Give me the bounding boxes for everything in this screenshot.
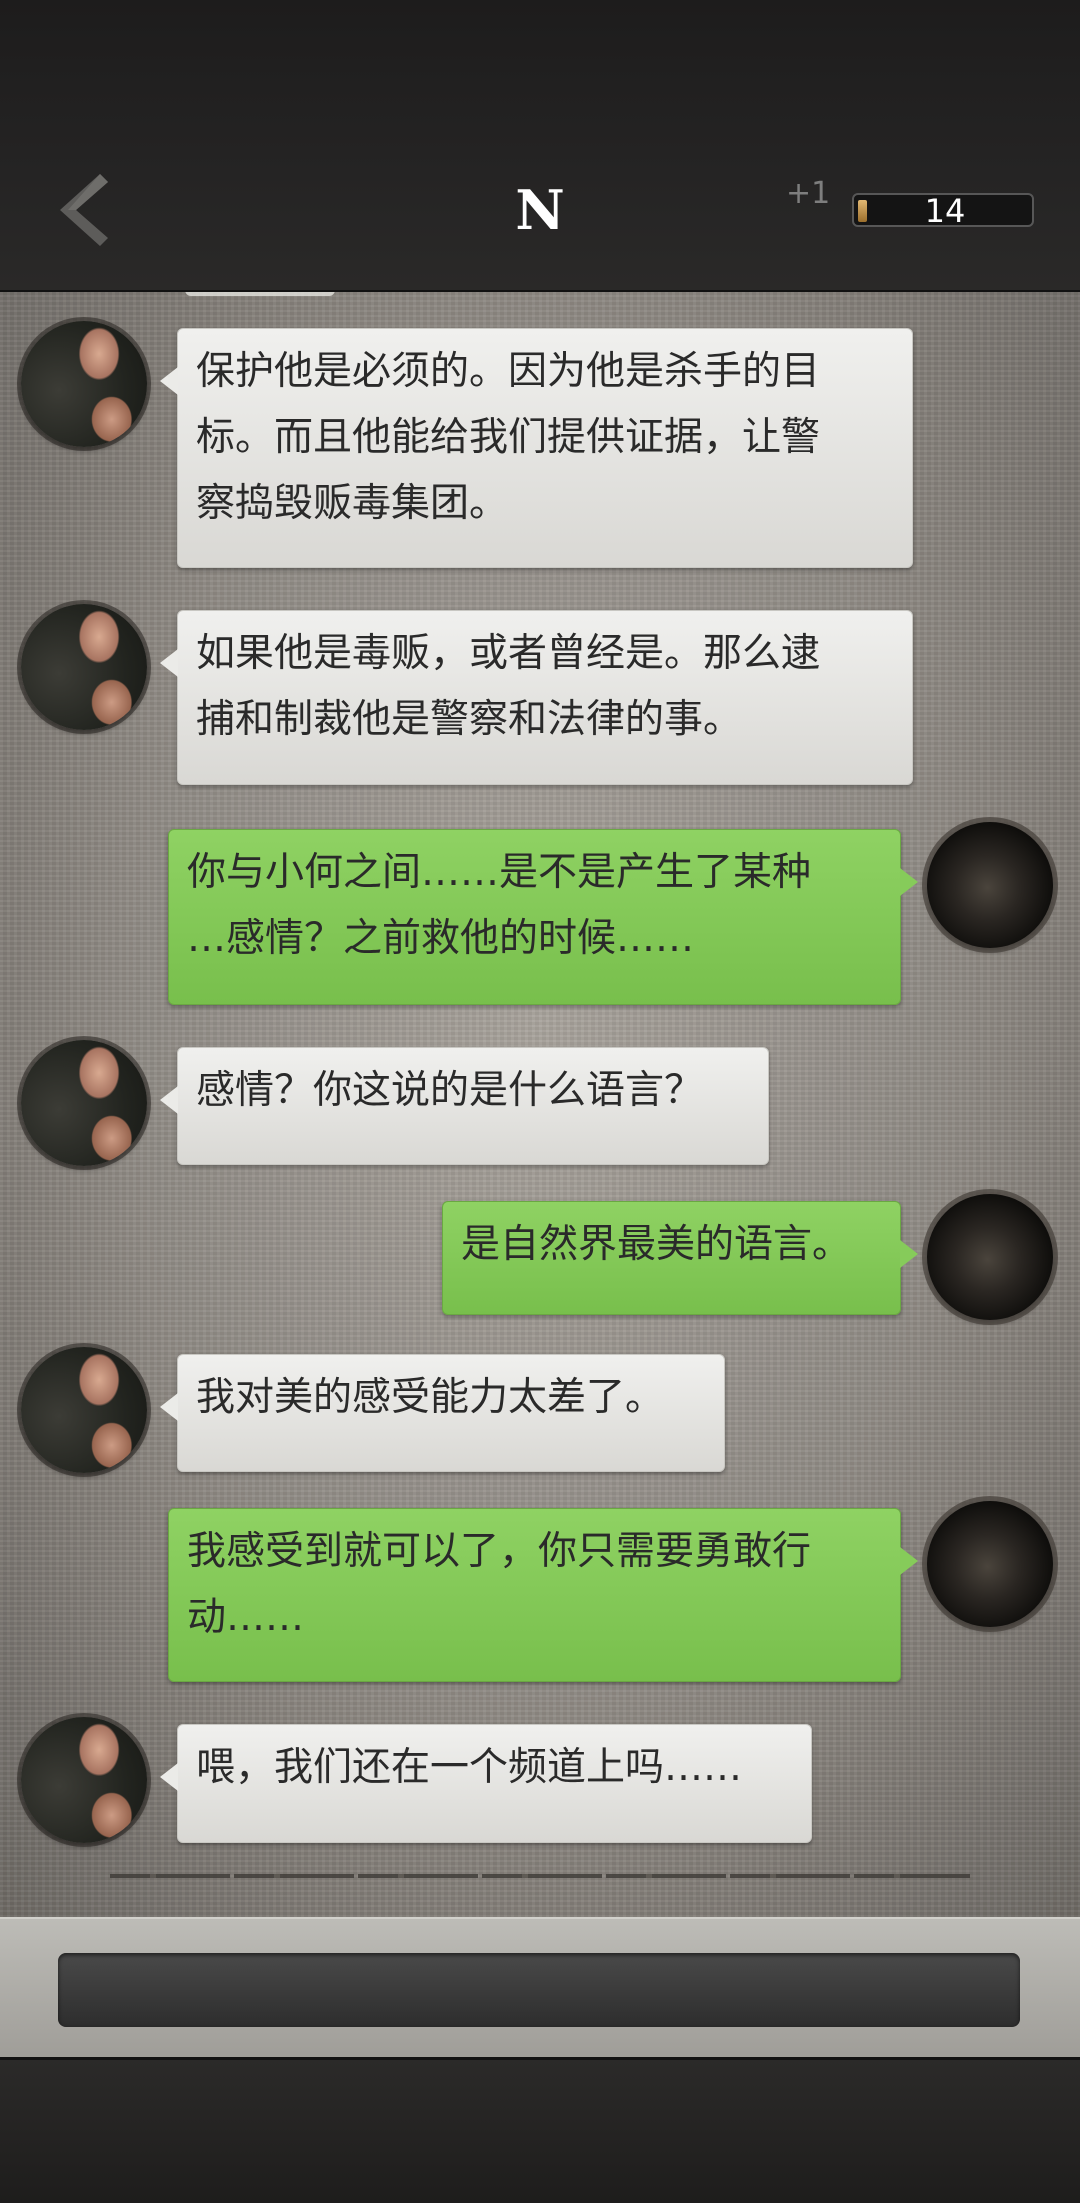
- contact-avatar[interactable]: [21, 1040, 147, 1166]
- message-bubble-sent: 是自然界最美的语言。: [442, 1201, 918, 1315]
- message-bubble-received: 喂，我们还在一个频道上吗……: [160, 1724, 812, 1843]
- previous-bubble-edge: [185, 292, 335, 296]
- message-line: 你与小何之间……是不是产生了某种: [187, 850, 812, 895]
- divider-line: [110, 1874, 970, 1878]
- message-line: 如果他是毒贩，或者曾经是。那么逮: [196, 631, 821, 676]
- energy-counter: 14: [852, 193, 1034, 227]
- message-line: …感情？之前救他的时候……: [187, 916, 695, 961]
- contact-avatar[interactable]: [21, 321, 147, 447]
- message-line: 察捣毁贩毒集团。: [196, 481, 509, 526]
- chat-area[interactable]: 保护他是必须的。因为他是杀手的目 标。而且他能给我们提供证据，让警 察捣毁贩毒集…: [0, 292, 1080, 1917]
- my-avatar[interactable]: [927, 1501, 1053, 1627]
- message-line: 是自然界最美的语言。: [461, 1222, 852, 1267]
- reply-input[interactable]: [58, 1953, 1020, 2027]
- message-line: 我感受到就可以了，你只需要勇敢行: [187, 1529, 812, 1574]
- bottom-bar: [0, 2057, 1080, 2203]
- message-line: 动……: [187, 1595, 305, 1640]
- message-bubble-sent: 我感受到就可以了，你只需要勇敢行 动……: [168, 1508, 918, 1682]
- message-bubble-received: 保护他是必须的。因为他是杀手的目 标。而且他能给我们提供证据，让警 察捣毁贩毒集…: [160, 328, 913, 568]
- input-bar: [0, 1917, 1080, 2059]
- contact-avatar[interactable]: [21, 1717, 147, 1843]
- message-bubble-received: 我对美的感受能力太差了。: [160, 1354, 725, 1472]
- increment-label: +1: [786, 176, 831, 211]
- message-line: 我对美的感受能力太差了。: [196, 1375, 665, 1420]
- message-line: 标。而且他能给我们提供证据，让警: [196, 415, 821, 460]
- message-line: 喂，我们还在一个频道上吗……: [196, 1745, 743, 1790]
- message-line: 保护他是必须的。因为他是杀手的目: [196, 349, 821, 394]
- my-avatar[interactable]: [927, 822, 1053, 948]
- message-bubble-sent: 你与小何之间……是不是产生了某种 …感情？之前救他的时候……: [168, 829, 918, 1005]
- counter-value: 14: [924, 192, 966, 230]
- message-line: 感情？你这说的是什么语言？: [196, 1068, 704, 1113]
- message-line: 捕和制裁他是警察和法律的事。: [196, 697, 743, 742]
- my-avatar[interactable]: [927, 1194, 1053, 1320]
- contact-avatar[interactable]: [21, 604, 147, 730]
- contact-avatar[interactable]: [21, 1347, 147, 1473]
- message-bubble-received: 感情？你这说的是什么语言？: [160, 1047, 769, 1165]
- message-bubble-received: 如果他是毒贩，或者曾经是。那么逮 捕和制裁他是警察和法律的事。: [160, 610, 913, 785]
- top-bar: N +1 14: [0, 0, 1080, 293]
